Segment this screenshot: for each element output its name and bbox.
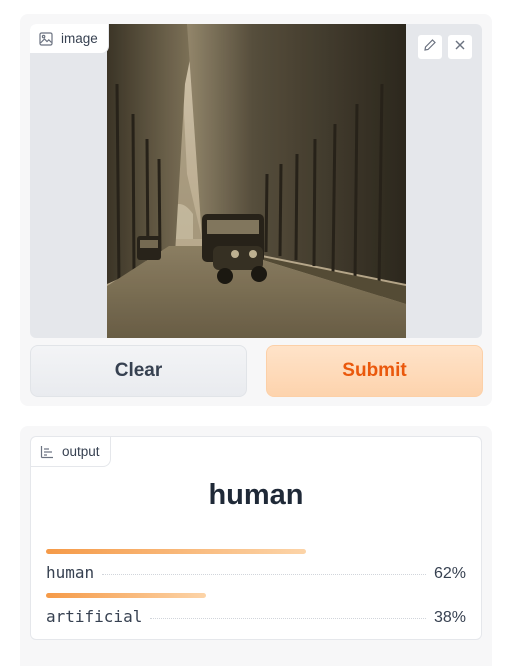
image-label-text: image [61, 31, 98, 46]
confidence-label: artificial [46, 607, 143, 626]
output-block-label: output [31, 437, 111, 467]
input-panel: image Clear Submit [20, 14, 492, 406]
uploaded-photo [107, 24, 406, 338]
confidence-bar [46, 593, 206, 598]
predicted-label: human [208, 479, 304, 511]
submit-button[interactable]: Submit [266, 345, 483, 397]
confidence-row: human 62% [46, 549, 466, 589]
edit-button[interactable] [417, 34, 443, 60]
confidence-label: human [46, 563, 95, 582]
close-icon [454, 38, 466, 56]
clear-image-button[interactable] [447, 34, 473, 60]
confidence-row: artificial 38% [46, 593, 466, 633]
image-upload-area[interactable]: image [30, 24, 482, 338]
output-panel: output human human 62% artificial 38% [20, 426, 492, 666]
confidence-bar [46, 549, 307, 554]
pencil-icon [423, 38, 437, 57]
image-icon [39, 31, 53, 46]
dotted-leader [150, 618, 426, 619]
image-block-label: image [30, 24, 109, 54]
confidence-percent: 38% [433, 609, 466, 626]
clear-button[interactable]: Clear [30, 345, 247, 397]
confidence-percent: 62% [433, 565, 466, 582]
output-label-box: output human human 62% artificial 38% [30, 436, 482, 640]
output-label-text: output [62, 444, 100, 459]
dotted-leader [102, 574, 426, 575]
bar-chart-icon [40, 445, 54, 459]
